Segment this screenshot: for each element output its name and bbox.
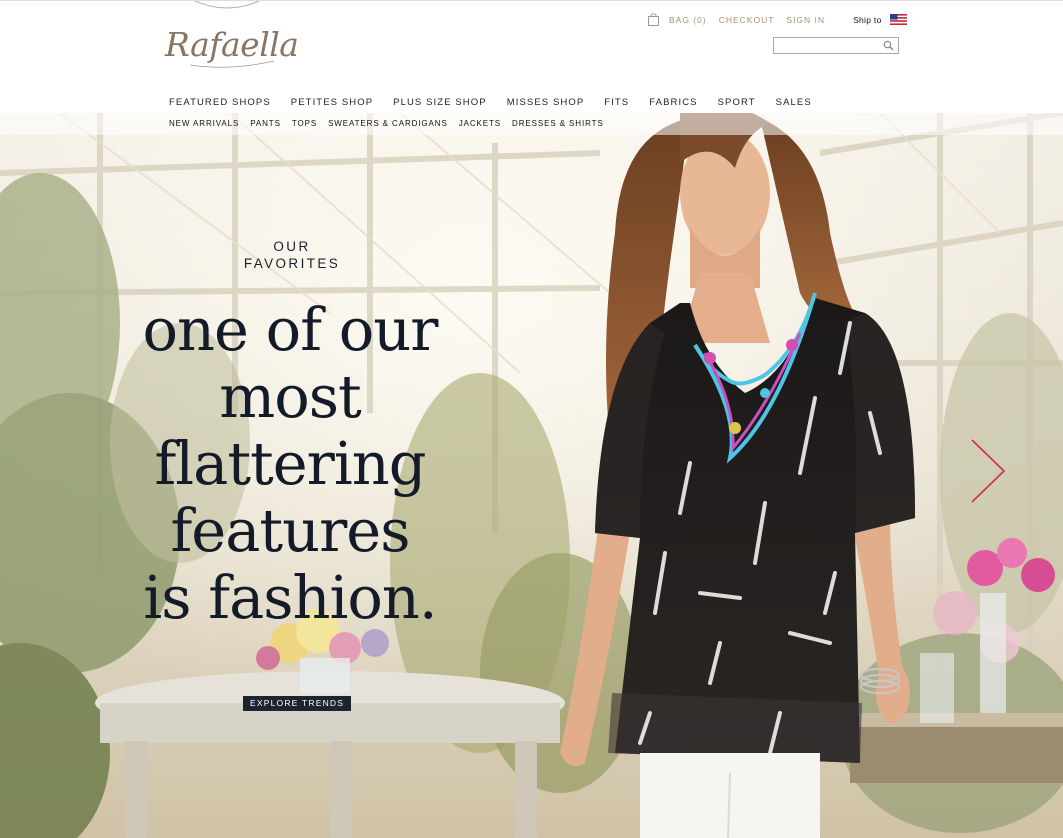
search-input[interactable] <box>774 40 874 56</box>
headline-line-3: flattering <box>154 429 426 498</box>
subnav-jackets[interactable]: JACKETS <box>459 119 501 128</box>
nav-fits[interactable]: FITS <box>604 97 629 108</box>
ship-to-label[interactable]: Ship to <box>853 15 882 25</box>
site-header: Rafaella BAG (0) CHECKOUT SIGN IN Ship t… <box>0 0 1063 113</box>
subnav-sweaters-cardigans[interactable]: SWEATERS & CARDIGANS <box>328 119 448 128</box>
search-icon[interactable] <box>883 40 894 51</box>
explore-trends-button[interactable]: EXPLORE TRENDS <box>243 696 352 711</box>
headline-line-1: one of our <box>142 295 438 364</box>
logo-swash-decoration <box>190 60 274 68</box>
hero-headline: one of our most flattering features is f… <box>90 296 490 631</box>
utility-bar: BAG (0) CHECKOUT SIGN IN Ship to <box>648 13 907 26</box>
sub-nav-bar: NEW ARRIVALS PANTS TOPS SWEATERS & CARDI… <box>0 113 1063 135</box>
subnav-tops[interactable]: TOPS <box>292 119 317 128</box>
hero-kicker: OUR FAVORITES <box>192 238 392 272</box>
main-nav: FEATURED SHOPS PETITES SHOP PLUS SIZE SH… <box>169 97 832 108</box>
headline-line-2: most <box>219 362 361 431</box>
bag-link[interactable]: BAG (0) <box>669 15 707 25</box>
subnav-pants[interactable]: PANTS <box>250 119 281 128</box>
chevron-right-icon[interactable] <box>968 438 1008 504</box>
subnav-new-arrivals[interactable]: NEW ARRIVALS <box>169 119 239 128</box>
headline-line-4: features <box>170 496 410 565</box>
nav-featured-shops[interactable]: FEATURED SHOPS <box>169 97 271 108</box>
checkout-link[interactable]: CHECKOUT <box>719 15 775 25</box>
nav-sport[interactable]: SPORT <box>718 97 756 108</box>
nav-misses-shop[interactable]: MISSES SHOP <box>507 97 585 108</box>
search-box[interactable] <box>773 37 899 56</box>
nav-petites-shop[interactable]: PETITES SHOP <box>291 97 373 108</box>
bag-icon[interactable] <box>648 13 659 26</box>
signin-link[interactable]: SIGN IN <box>786 15 825 25</box>
kicker-line-1: OUR <box>273 239 311 254</box>
logo-notch-decoration <box>195 1 259 9</box>
nav-plus-size-shop[interactable]: PLUS SIZE SHOP <box>393 97 487 108</box>
us-flag-icon[interactable] <box>889 14 907 25</box>
headline-line-5: is fashion. <box>143 563 437 632</box>
nav-fabrics[interactable]: FABRICS <box>649 97 697 108</box>
subnav-dresses-shirts[interactable]: DRESSES & SHIRTS <box>512 119 604 128</box>
sub-nav: NEW ARRIVALS PANTS TOPS SWEATERS & CARDI… <box>169 119 615 128</box>
kicker-line-2: FAVORITES <box>243 256 341 271</box>
nav-sales[interactable]: SALES <box>776 97 812 108</box>
